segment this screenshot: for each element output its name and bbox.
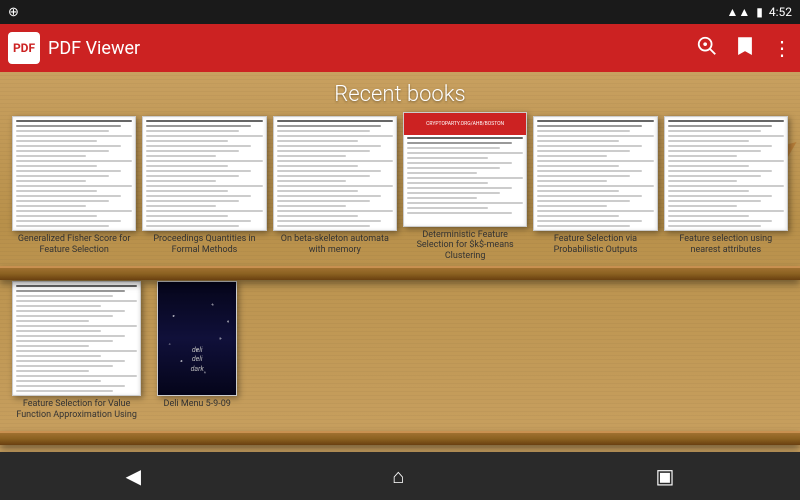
battery-icon: ▮ [756,5,763,19]
book-item[interactable]: Feature selection using nearest attribut… [664,116,788,262]
book-label: Feature selection using nearest attribut… [664,234,788,262]
bookmark-button[interactable] [734,35,756,62]
recent-apps-button[interactable]: ▣ [615,456,714,496]
book-banner: CRYPTOPARTY.ORG/AHB/BOSTON [404,113,526,135]
books-row-1: Generalized Fisher Score for Feature Sel… [4,115,796,280]
status-bar: ⊕ ▲▲ ▮ 4:52 [0,0,800,24]
shelf-row-1: Generalized Fisher Score for Feature Sel… [0,115,800,280]
search-button[interactable] [696,35,718,62]
book-item[interactable]: delidelidark Deli Menu 5-9-09 [147,281,247,427]
book-item[interactable]: Feature Selection via Probabilistic Outp… [533,116,657,262]
book-label: On beta-skeleton automata with memory [273,234,397,262]
book-item[interactable]: Generalized Fisher Score for Feature Sel… [12,116,136,262]
book-item[interactable]: CRYPTOPARTY.ORG/AHB/BOSTON Deterministic… [403,112,527,262]
book-cover [664,116,788,231]
more-options-button[interactable]: ⋮ [772,36,792,60]
book-label: Feature Selection via Probabilistic Outp… [533,234,657,262]
book-item[interactable]: Proceedings Quantities in Formal Methods [142,116,266,262]
app-logo: PDF [8,32,40,64]
book-cover [142,116,266,231]
book-cover [12,281,141,396]
books-row-2: Feature Selection for Value Function App… [4,280,796,445]
shelf-row-2: Feature Selection for Value Function App… [0,280,800,445]
book-label: Generalized Fisher Score for Feature Sel… [12,234,136,262]
app-title: PDF Viewer [48,38,688,59]
app-bar: PDF PDF Viewer ⋮ [0,24,800,72]
book-cover [533,116,657,231]
status-right: ▲▲ ▮ 4:52 [726,5,792,19]
book-item[interactable]: Feature Selection for Value Function App… [12,281,141,427]
book-label: Deli Menu 5-9-09 [162,399,233,427]
shelf-surface-2 [0,431,800,445]
recent-books-title: Recent books [0,72,800,115]
status-left: ⊕ [8,5,19,20]
bookshelf: ◢ Recent books Gen [0,72,800,452]
time-display: 4:52 [769,5,792,19]
book-item[interactable]: On beta-skeleton automata with memory [273,116,397,262]
android-icon: ⊕ [8,5,19,20]
app-bar-actions: ⋮ [696,35,792,62]
book-cover: CRYPTOPARTY.ORG/AHB/BOSTON [403,112,527,227]
book-cover-dark: delidelidark [157,281,237,396]
book-label: Deterministic Feature Selection for $k$-… [403,230,527,262]
book-label: Feature Selection for Value Function App… [12,399,141,427]
nav-bar: ◀ ⌂ ▣ [0,452,800,500]
shelf-surface-1 [0,266,800,280]
home-button[interactable]: ⌂ [352,456,444,497]
book-label: Proceedings Quantities in Formal Methods [142,234,266,262]
wifi-icon: ▲▲ [726,5,750,19]
book-cover [12,116,136,231]
book-cover [273,116,397,231]
back-button[interactable]: ◀ [86,456,181,496]
